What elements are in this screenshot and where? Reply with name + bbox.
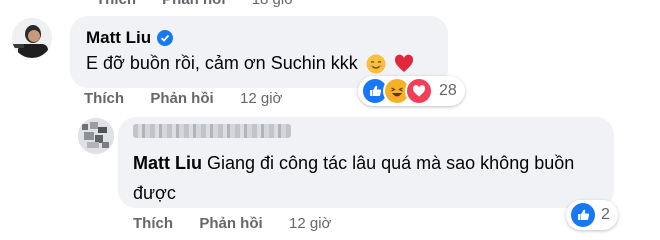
mention-link[interactable]: Matt Liu <box>133 153 202 173</box>
author-name[interactable]: Matt Liu <box>86 28 151 48</box>
blurred-avatar-photo <box>78 118 114 154</box>
comment-body: E đỡ buồn rồi, cảm ơn Suchin kkk <box>86 53 358 73</box>
comment-text: Matt Liu Giang đi công tác lâu quá mà sa… <box>133 148 603 208</box>
like-link[interactable]: Thích <box>84 90 124 107</box>
comment-actions: Thích Phản hồi 12 giờ <box>133 215 331 232</box>
reply-link[interactable]: Phản hồi <box>199 215 262 232</box>
reply-link[interactable]: Phản hồi <box>162 0 225 8</box>
avatar-photo <box>12 18 52 58</box>
comment-text: E đỡ buồn rồi, cảm ơn Suchin kkk <box>86 53 414 74</box>
love-icon <box>405 77 433 105</box>
like-link[interactable]: Thích <box>133 215 173 232</box>
red-heart-emoji-icon <box>394 54 414 74</box>
timestamp[interactable]: 12 giờ <box>240 90 282 107</box>
reaction-count: 2 <box>601 206 610 223</box>
reaction-count: 28 <box>439 82 457 99</box>
reaction-summary[interactable]: 28 <box>358 76 465 106</box>
like-icon <box>569 201 597 229</box>
previous-comment-actions: Thích Phản hồi 18 giờ <box>96 0 316 8</box>
comment-author: Matt Liu <box>86 28 174 48</box>
like-link[interactable]: Thích <box>96 0 136 8</box>
blurred-author-name <box>133 124 291 138</box>
avatar[interactable] <box>12 18 52 58</box>
timestamp: 18 giờ <box>252 0 294 8</box>
smiling-face-emoji-icon <box>366 54 386 74</box>
timestamp[interactable]: 12 giờ <box>289 215 331 232</box>
reply-link[interactable]: Phản hồi <box>150 90 213 107</box>
verified-badge-icon <box>157 30 174 46</box>
comment-actions: Thích Phản hồi 12 giờ <box>84 90 282 107</box>
avatar[interactable] <box>78 118 114 154</box>
reaction-summary[interactable]: 2 <box>566 200 618 230</box>
